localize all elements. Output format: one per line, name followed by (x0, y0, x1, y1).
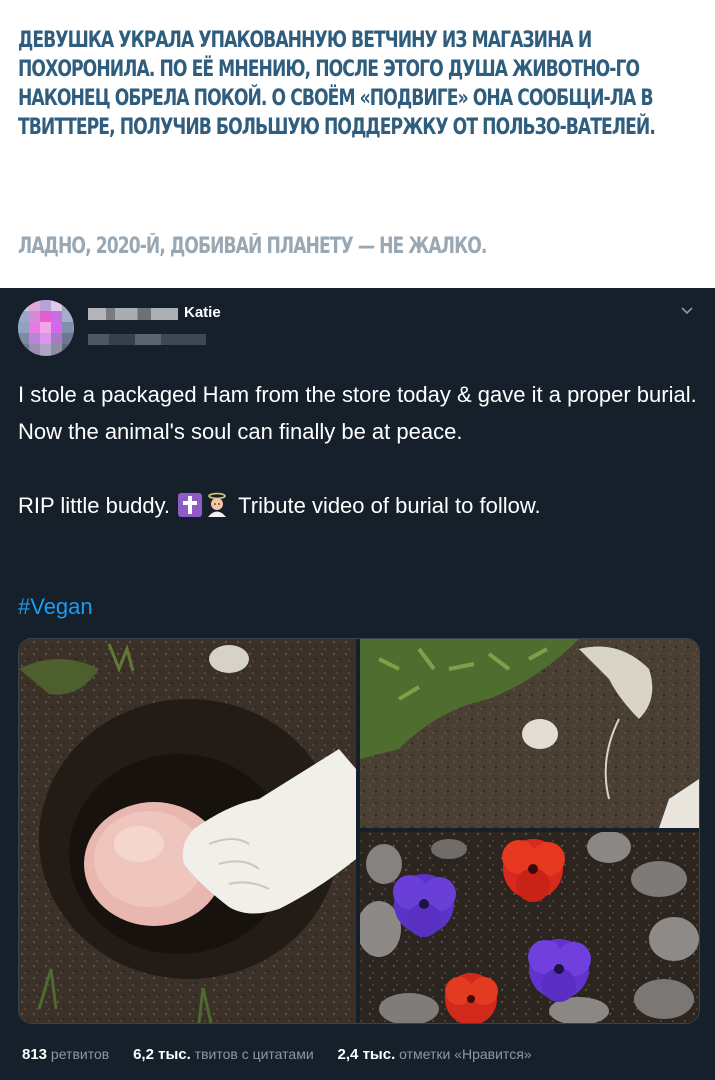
retweets-count: 813 (22, 1046, 48, 1063)
tweet-line: RIP little buddy. (18, 493, 171, 518)
tweet-line-rip: RIP little buddy. Tribute video of buria… (18, 487, 698, 524)
media-grid[interactable] (18, 638, 700, 1024)
quotes-count: 6,2 тыс. (133, 1046, 191, 1063)
likes-count: 2,4 тыс. (337, 1046, 396, 1063)
display-name[interactable]: Katie (184, 304, 221, 321)
retweets-label: ретвитов (50, 1046, 110, 1062)
tweet-line: Tribute video of burial to follow. (238, 493, 541, 518)
tweet-card: Katie I stole a packaged Ham from the st… (0, 288, 715, 1080)
retweets-stat[interactable]: 813 ретвитов (22, 1046, 110, 1063)
cross-icon (178, 493, 203, 517)
quotes-label: твитов с цитатами (194, 1046, 314, 1062)
likes-stat[interactable]: 2,4 тыс. отметки «Нравится» (337, 1046, 532, 1063)
photo-flowers-and-stones[interactable] (357, 831, 699, 1023)
caption-block: Девушка украла упакованную ветчину из ма… (0, 0, 715, 288)
photo-grave-mound[interactable] (360, 639, 699, 828)
hashtag-link[interactable]: #Vegan (18, 594, 93, 620)
tweet-stats: 813 ретвитов 6,2 тыс. твитов с цитатами … (22, 1046, 552, 1063)
caption-subline: Ладно, 2020-й, добивай планету — не жалк… (18, 234, 487, 259)
chevron-down-icon[interactable] (680, 306, 694, 316)
avatar[interactable] (18, 300, 74, 356)
photo-ham-in-hole[interactable] (19, 639, 356, 1023)
censored-name (88, 308, 178, 320)
caption-headline: Девушка украла упакованную ветчину из ма… (18, 28, 656, 140)
media-photos (19, 639, 699, 1023)
angel-icon (208, 492, 227, 517)
quotes-stat[interactable]: 6,2 тыс. твитов с цитатами (133, 1046, 314, 1063)
tweet-line: Now the animal's soul can finally be at … (18, 419, 463, 444)
likes-label: отметки «Нравится» (399, 1046, 532, 1062)
tweet-text: I stole a packaged Ham from the store to… (18, 376, 698, 524)
tweet-line: I stole a packaged Ham from the store to… (18, 382, 697, 407)
censored-handle (88, 334, 206, 345)
